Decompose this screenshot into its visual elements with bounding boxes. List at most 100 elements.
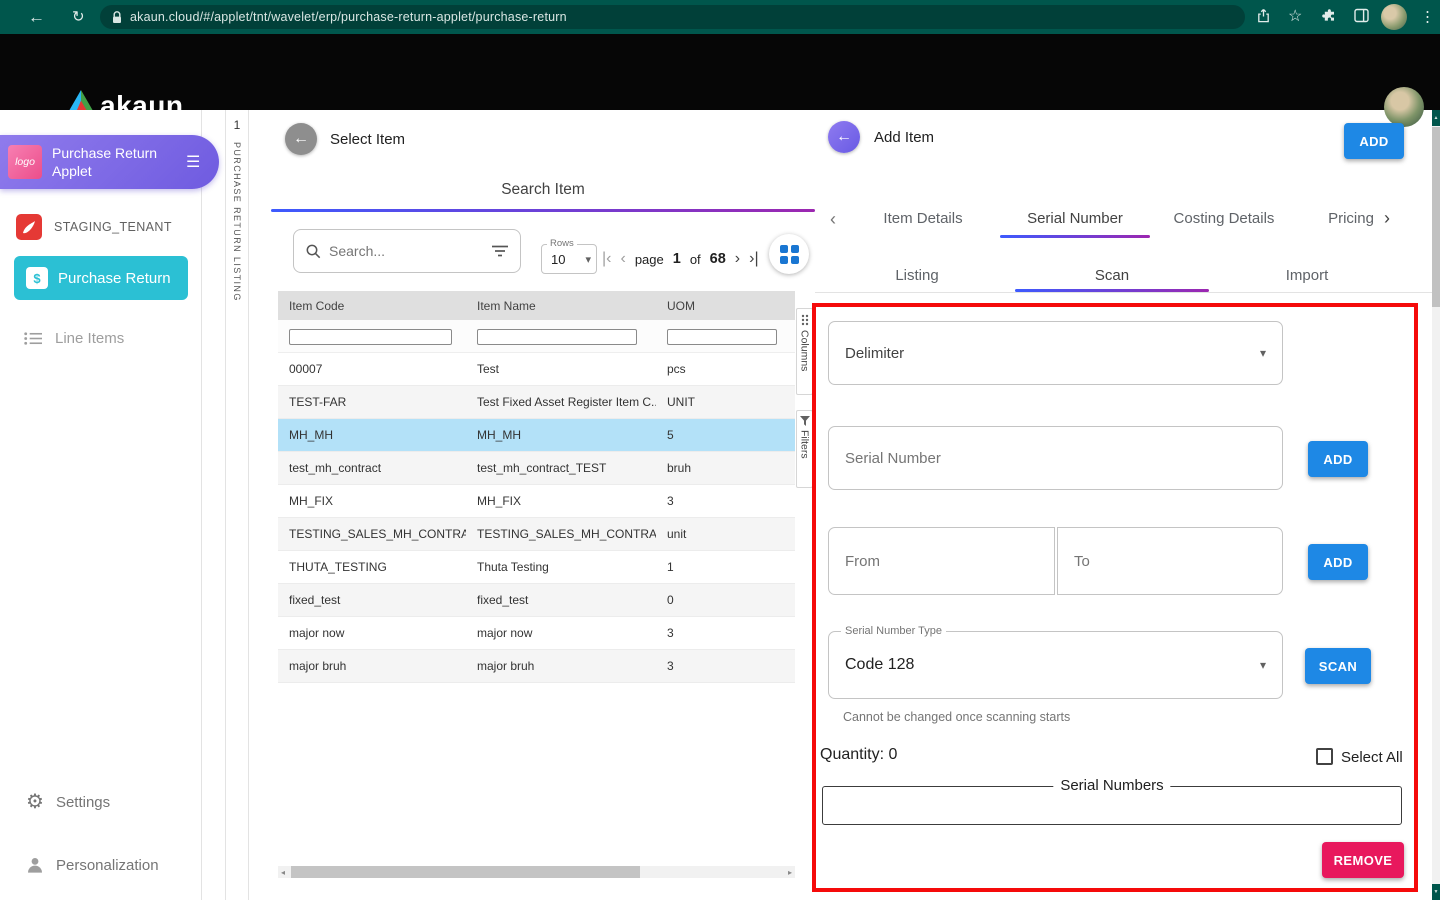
filters-tool[interactable]: Filters: [796, 410, 813, 488]
table-row[interactable]: test_mh_contract test_mh_contract_TEST b…: [278, 452, 795, 485]
scroll-left-icon[interactable]: ◂: [281, 867, 285, 879]
applet-card[interactable]: logo Purchase Return Applet ☰: [0, 135, 219, 189]
first-page-icon[interactable]: |‹: [602, 251, 611, 267]
sidebar-item-line-items[interactable]: Line Items: [24, 330, 124, 347]
browser-back-icon[interactable]: ←: [28, 9, 45, 26]
search-item-tab-indicator: [271, 209, 815, 212]
serial-numbers-label: Serial Numbers: [1053, 777, 1170, 794]
browser-toolbar: ← ↻ akaun.cloud/#/applet/tnt/wavelet/erp…: [0, 0, 1440, 34]
horizontal-scrollbar[interactable]: ◂ ▸: [278, 866, 795, 878]
total-pages: 68: [710, 251, 726, 267]
scroll-down-icon[interactable]: ▼: [1432, 884, 1440, 900]
table-row[interactable]: TEST-FAR Test Fixed Asset Register Item …: [278, 386, 795, 419]
item-name-filter-input[interactable]: [477, 329, 637, 345]
search-icon: [306, 244, 321, 259]
scroll-right-icon[interactable]: ▸: [788, 867, 792, 879]
scan-button[interactable]: SCAN: [1305, 648, 1371, 684]
workspace-tab-listing[interactable]: 1 PURCHASE RETURN LISTING: [226, 110, 249, 900]
subtabs-divider: [815, 292, 1432, 293]
scroll-up-icon[interactable]: ▲: [1432, 110, 1440, 126]
add-item-button[interactable]: ADD: [1344, 123, 1404, 159]
tab-search-item[interactable]: Search Item: [271, 181, 815, 199]
page-word: page: [635, 252, 664, 267]
sidebar-item-label: Purchase Return: [58, 270, 171, 287]
delimiter-select[interactable]: Delimiter ▾: [828, 321, 1283, 385]
collapse-menu-icon[interactable]: ☰: [186, 152, 200, 172]
previous-page-icon[interactable]: ‹: [620, 251, 625, 267]
table-row[interactable]: MH_FIX MH_FIX 3: [278, 485, 795, 518]
app-header: akaun: [0, 34, 1440, 110]
last-page-icon[interactable]: ›|: [749, 251, 758, 267]
tab-pricing[interactable]: Pricing: [1328, 210, 1374, 227]
browser-profile-avatar[interactable]: [1381, 4, 1407, 30]
share-icon[interactable]: [1256, 8, 1271, 26]
tabs-scroll-left-icon[interactable]: ‹: [830, 210, 836, 228]
subtab-listing[interactable]: Listing: [895, 267, 938, 284]
subtab-scan[interactable]: Scan: [1095, 267, 1129, 284]
vertical-scrollbar-thumb[interactable]: [1432, 127, 1440, 307]
quantity-label: Quantity:: [820, 746, 884, 763]
columns-tool[interactable]: Columns: [796, 308, 813, 395]
applet-logo: logo: [8, 145, 42, 179]
bookmark-star-icon[interactable]: ☆: [1288, 9, 1302, 25]
user-avatar[interactable]: [1384, 87, 1424, 127]
range-add-button[interactable]: ADD: [1308, 544, 1368, 580]
item-table: Item Code Item Name UOM 00007 Test pcs T…: [278, 291, 795, 683]
table-row[interactable]: TESTING_SALES_MH_CONTRACT TESTING_SALES_…: [278, 518, 795, 551]
table-filter-row: [278, 320, 795, 353]
vertical-scrollbar[interactable]: ▲ ▼: [1432, 110, 1440, 900]
table-row[interactable]: major bruh major bruh 3: [278, 650, 795, 683]
tenant-logo-icon: [16, 214, 42, 240]
gear-icon: ⚙: [26, 792, 44, 812]
serial-number-type-select[interactable]: Serial Number Type Code 128 ▾: [828, 631, 1283, 699]
browser-refresh-icon[interactable]: ↻: [72, 10, 85, 25]
table-row[interactable]: fixed_test fixed_test 0: [278, 584, 795, 617]
column-header-item-name[interactable]: Item Name: [466, 299, 656, 313]
column-header-item-code[interactable]: Item Code: [278, 299, 466, 313]
chevron-down-icon: ▾: [585, 253, 591, 266]
pagination: |‹ ‹ page 1 of 68 › ›|: [602, 251, 759, 267]
tab-costing-details[interactable]: Costing Details: [1174, 210, 1275, 227]
next-page-icon[interactable]: ›: [735, 251, 740, 267]
browser-menu-kebab-icon[interactable]: ⋮: [1420, 10, 1435, 25]
horizontal-scrollbar-thumb[interactable]: [291, 866, 640, 878]
filter-list-icon[interactable]: [492, 245, 508, 257]
tab-serial-number[interactable]: Serial Number: [1027, 210, 1123, 227]
subtab-import[interactable]: Import: [1286, 267, 1329, 284]
table-body: 00007 Test pcs TEST-FAR Test Fixed Asset…: [278, 353, 795, 683]
table-row-selected[interactable]: MH_MH MH_MH 5: [278, 419, 795, 452]
uom-filter-input[interactable]: [667, 329, 777, 345]
browser-url-bar[interactable]: akaun.cloud/#/applet/tnt/wavelet/erp/pur…: [100, 5, 1245, 29]
tenant-selector[interactable]: STAGING_TENANT: [16, 214, 172, 240]
sidebar-item-personalization[interactable]: Personalization: [26, 856, 159, 874]
tabs-scroll-right-icon[interactable]: ›: [1384, 209, 1390, 227]
item-search-box: [293, 229, 521, 273]
grid-view-button[interactable]: [769, 234, 809, 274]
tab-item-details[interactable]: Item Details: [883, 210, 962, 227]
current-page: 1: [673, 251, 681, 267]
add-item-back-button[interactable]: ←: [828, 121, 860, 153]
remove-button[interactable]: REMOVE: [1322, 842, 1404, 878]
side-panel-icon[interactable]: [1354, 9, 1369, 26]
url-text: akaun.cloud/#/applet/tnt/wavelet/erp/pur…: [130, 10, 567, 24]
of-word: of: [690, 252, 701, 267]
sidebar-item-label: Settings: [56, 794, 110, 811]
extensions-puzzle-icon[interactable]: [1322, 8, 1337, 26]
serial-numbers-box[interactable]: Serial Numbers: [822, 786, 1402, 825]
item-code-filter-input[interactable]: [289, 329, 452, 345]
table-row[interactable]: major now major now 3: [278, 617, 795, 650]
serial-number-input[interactable]: [828, 426, 1283, 490]
select-item-back-button[interactable]: ←: [285, 123, 317, 155]
sidebar-item-purchase-return[interactable]: $ Purchase Return: [14, 256, 188, 300]
rows-per-page-select[interactable]: Rows 10 ▾: [541, 244, 597, 274]
column-header-uom[interactable]: UOM: [656, 299, 795, 313]
select-all-checkbox[interactable]: [1316, 748, 1333, 765]
table-row[interactable]: THUTA_TESTING Thuta Testing 1: [278, 551, 795, 584]
chevron-down-icon: ▾: [1260, 658, 1266, 672]
range-to-input[interactable]: [1057, 527, 1283, 595]
table-row[interactable]: 00007 Test pcs: [278, 353, 795, 386]
serial-add-button[interactable]: ADD: [1308, 441, 1368, 477]
range-from-input[interactable]: [828, 527, 1055, 595]
search-input[interactable]: [329, 243, 484, 259]
sidebar-item-settings[interactable]: ⚙ Settings: [26, 792, 110, 812]
